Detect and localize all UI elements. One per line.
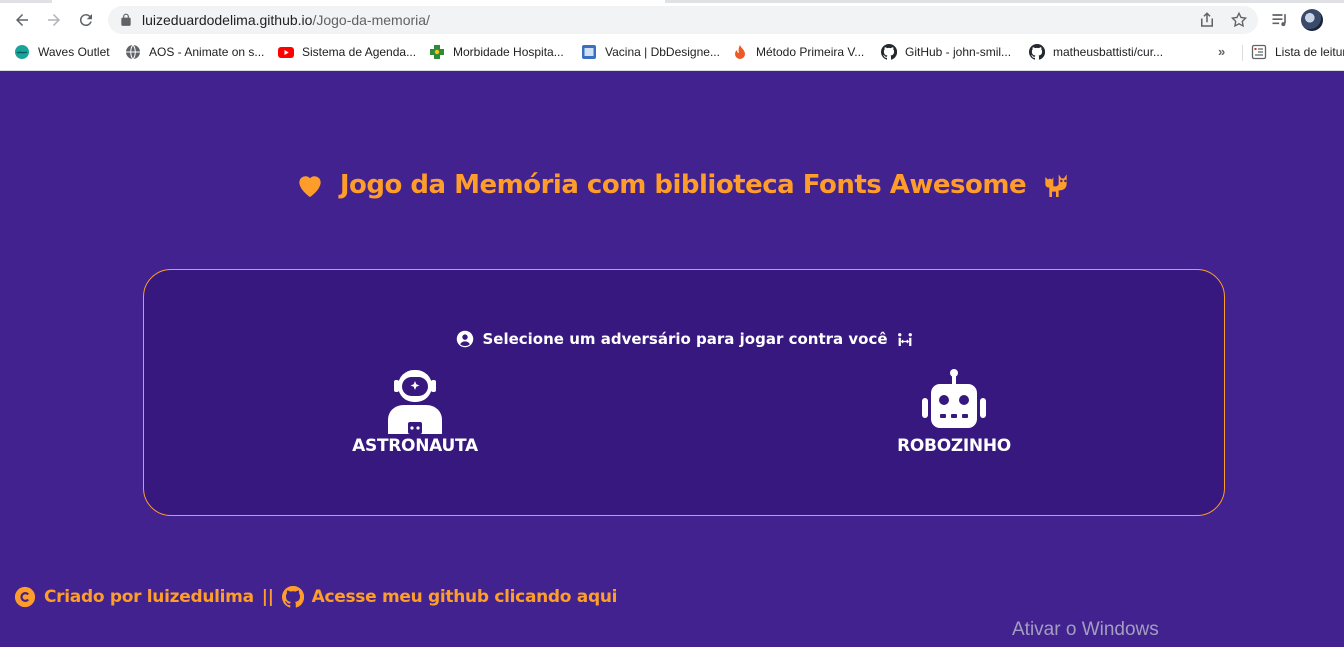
- footer-credit: Criado por luizedulima: [44, 587, 254, 607]
- more-bookmarks-button[interactable]: »: [1218, 44, 1225, 59]
- astronaut-icon: [388, 370, 442, 434]
- reload-icon: [79, 14, 92, 27]
- opponent-selection-panel: Selecione um adversário para jogar contr…: [143, 269, 1225, 516]
- bookmark-label: matheusbattisti/cur...: [1053, 45, 1164, 59]
- url-path: /Jogo-da-memoria/: [312, 12, 430, 28]
- url-text[interactable]: luizeduardodelima.github.io/Jogo-da-memo…: [142, 12, 430, 28]
- windows-activation-watermark: Ativar o Windows: [1012, 619, 1159, 640]
- game-page: Jogo da Memória com biblioteca Fonts Awe…: [0, 71, 1344, 647]
- bookmarks-divider: [1242, 45, 1243, 61]
- share-icon[interactable]: [1198, 11, 1216, 29]
- star-icon[interactable]: [1230, 11, 1248, 29]
- bookmark-item[interactable]: GitHub - john-smil...: [881, 43, 1011, 61]
- user-circle-icon: [456, 330, 474, 348]
- bookmark-label: Sistema de Agenda...: [302, 45, 417, 59]
- page-title: Jogo da Memória com biblioteca Fonts Awe…: [0, 169, 1344, 201]
- back-button[interactable]: [9, 7, 35, 33]
- bookmark-item[interactable]: Vacina | DbDesigne...: [581, 43, 720, 61]
- bookmark-label: Método Primeira V...: [756, 45, 865, 59]
- opponent-astronaut-button[interactable]: ASTRONAUTA: [325, 368, 505, 456]
- footer: Criado por luizedulima || Acesse meu git…: [14, 586, 617, 608]
- robot-icon: [922, 369, 986, 428]
- copyright-icon: [14, 586, 36, 608]
- page-title-text: Jogo da Memória com biblioteca Fonts Awe…: [339, 170, 1027, 200]
- github-icon: [881, 44, 897, 60]
- bookmark-label: GitHub - john-smil...: [905, 45, 1012, 59]
- bookmark-item[interactable]: Morbidade Hospita...: [429, 43, 564, 61]
- bookmark-item[interactable]: AOS - Animate on s...: [125, 43, 264, 61]
- heart-icon: [294, 169, 326, 201]
- bookmark-label: AOS - Animate on s...: [149, 45, 265, 59]
- opponent-astronaut-label: ASTRONAUTA: [352, 436, 478, 456]
- bookmark-item[interactable]: Sistema de Agenda...: [278, 43, 416, 61]
- arrow-right-icon: [48, 14, 60, 26]
- bookmark-item[interactable]: Waves Outlet: [14, 43, 110, 61]
- youtube-icon: [278, 44, 294, 60]
- reading-list-button[interactable]: Lista de leitura: [1251, 43, 1344, 61]
- panel-heading: Selecione um adversário para jogar contr…: [144, 330, 1226, 348]
- forward-button[interactable]: [41, 7, 67, 33]
- bookmarks-bar: Waves Outlet AOS - Animate on s... Siste…: [0, 39, 1344, 65]
- bookmark-item[interactable]: matheusbattisti/cur...: [1029, 43, 1163, 61]
- bookmark-item[interactable]: Método Primeira V...: [732, 43, 864, 61]
- media-queue-icon[interactable]: [1270, 10, 1290, 30]
- github-icon: [1029, 44, 1045, 60]
- opponent-robot-button[interactable]: ROBOZINHO: [864, 368, 1044, 456]
- bookmark-label: Waves Outlet: [38, 45, 110, 59]
- flame-icon: [732, 44, 748, 60]
- lock-icon: [121, 13, 131, 26]
- github-icon[interactable]: [281, 586, 304, 608]
- url-host: luizeduardodelima.github.io: [142, 12, 313, 28]
- reload-button[interactable]: [73, 7, 99, 33]
- profile-avatar[interactable]: [1301, 9, 1323, 31]
- cat-icon: [1040, 169, 1072, 201]
- browser-toolbar: luizeduardodelima.github.io/Jogo-da-memo…: [0, 3, 1344, 37]
- github-link[interactable]: Acesse meu github clicando aqui: [312, 587, 618, 607]
- bookmark-label: Vacina | DbDesigne...: [605, 45, 720, 59]
- people-arrows-icon: [896, 330, 914, 348]
- reading-list-icon: [1251, 44, 1267, 60]
- arrow-left-icon: [16, 14, 28, 26]
- panel-heading-text: Selecione um adversário para jogar contr…: [482, 330, 888, 348]
- opponent-robot-label: ROBOZINHO: [897, 436, 1011, 456]
- bookmark-label: Morbidade Hospita...: [453, 45, 564, 59]
- db-icon: [581, 44, 597, 60]
- reading-list-label: Lista de leitura: [1275, 45, 1344, 59]
- footer-separator: ||: [261, 587, 274, 607]
- globe-icon: [125, 44, 141, 60]
- address-bar[interactable]: luizeduardodelima.github.io/Jogo-da-memo…: [108, 6, 1258, 34]
- health-cross-icon: [429, 44, 445, 60]
- browser-chrome: luizeduardodelima.github.io/Jogo-da-memo…: [0, 0, 1344, 71]
- globe-teal-icon: [14, 44, 30, 60]
